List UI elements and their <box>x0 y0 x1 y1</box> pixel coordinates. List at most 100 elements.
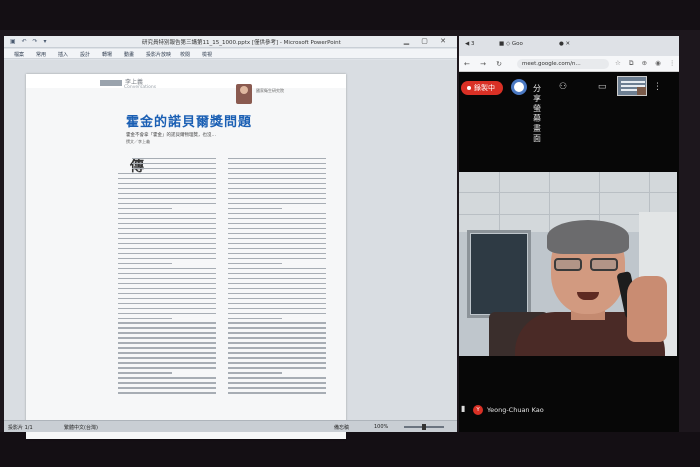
powerpoint-window: ▣ ↶ ↷ ▾ 研究員特別報告第三講第11_15_1000.pptx [僅供參考… <box>4 36 457 439</box>
more-options-icon[interactable]: ⋮ <box>653 82 662 92</box>
text-line <box>118 312 216 314</box>
participant-video[interactable] <box>459 172 677 356</box>
text-line <box>118 297 216 299</box>
text-line <box>228 307 326 309</box>
text-line <box>131 158 216 160</box>
address-bar[interactable]: meet.google.com/n... <box>517 59 609 69</box>
column-name-marker <box>100 79 122 86</box>
browser-tab-1[interactable]: ◀ 3 <box>465 41 474 47</box>
window-controls[interactable]: ▁ ▢ ✕ <box>404 37 451 45</box>
text-line <box>228 262 282 265</box>
participant-glasses <box>554 258 622 272</box>
text-line <box>228 227 326 230</box>
zoom-slider-thumb[interactable] <box>422 424 426 430</box>
text-line <box>228 337 326 339</box>
tab-insert[interactable]: 插入 <box>58 51 68 58</box>
text-line <box>118 237 216 240</box>
text-line <box>118 357 216 359</box>
quick-access-toolbar[interactable]: ▣ ↶ ↷ ▾ <box>10 38 48 45</box>
projected-screen: ▣ ↶ ↷ ▾ 研究員特別報告第三講第11_15_1000.pptx [僅供參考… <box>0 30 700 439</box>
text-line <box>228 257 326 260</box>
text-line <box>228 357 326 359</box>
browser-tab-strip: ◀ 3 ■ ◇ Goo ● ✕ <box>459 36 679 56</box>
text-line <box>118 252 216 255</box>
powerpoint-title-bar: ▣ ↶ ↷ ▾ 研究員特別報告第三講第11_15_1000.pptx [僅供參考… <box>4 36 457 48</box>
text-line <box>228 277 326 280</box>
text-line <box>118 172 216 175</box>
article-column-2 <box>228 158 326 398</box>
text-line <box>228 322 326 324</box>
text-line <box>228 202 326 205</box>
text-line <box>118 307 216 309</box>
text-line <box>118 242 216 245</box>
text-line <box>118 387 216 389</box>
text-line <box>228 282 326 284</box>
text-line <box>228 287 326 289</box>
text-line <box>118 262 172 265</box>
zoom-slider[interactable] <box>404 424 444 430</box>
presentation-thumbnail[interactable] <box>617 76 647 96</box>
text-line <box>118 282 216 284</box>
text-line <box>131 162 216 165</box>
text-line <box>228 367 326 369</box>
tab-view[interactable]: 檢視 <box>202 51 212 58</box>
recording-button[interactable]: 錄製中 <box>461 81 503 95</box>
zoom-level[interactable]: 100% <box>374 424 388 430</box>
text-line <box>228 187 326 190</box>
text-line <box>228 317 282 319</box>
browser-tab-3[interactable]: ● ✕ <box>559 41 570 47</box>
text-line <box>228 372 282 374</box>
text-line <box>118 187 216 190</box>
text-line <box>228 158 326 160</box>
text-line <box>228 352 326 354</box>
text-line <box>118 207 172 210</box>
text-line <box>118 292 216 294</box>
column-subtitle: Conversations <box>124 85 157 90</box>
pin-icon[interactable]: ▮ <box>461 404 465 413</box>
browser-toolbar: ← → ↻ meet.google.com/n... ☆ ⧉ ⊕ ◉ ⋮ <box>459 56 679 72</box>
thumbnail-photo <box>637 87 646 95</box>
text-line <box>228 247 326 250</box>
text-line <box>118 277 216 280</box>
browser-window: ◀ 3 ■ ◇ Goo ● ✕ ← → ↻ meet.google.com/n.… <box>459 36 679 432</box>
text-line <box>228 172 326 175</box>
text-line <box>228 387 326 389</box>
text-line <box>228 167 326 170</box>
text-line <box>228 342 326 344</box>
slide-canvas[interactable]: 李上義 Conversations 國家衛生研究院 霍金的諾貝爾獎問題 霍金不會… <box>26 74 346 439</box>
text-line <box>118 392 216 394</box>
tab-home[interactable]: 常用 <box>36 51 46 58</box>
text-line <box>118 227 216 230</box>
text-line <box>228 182 326 185</box>
tab-animations[interactable]: 動畫 <box>124 51 134 58</box>
text-line <box>228 362 326 364</box>
ribbon-tabs: 檔案 常用 插入 設計 轉場 動畫 投影片放映 校閱 檢視 <box>4 49 457 59</box>
status-bar: 投影片 1/1 繁體中文(台灣) 備忘稿 100% <box>4 420 457 432</box>
article-byline: 撰文／李上義 <box>126 139 150 144</box>
text-line <box>228 312 326 314</box>
text-line <box>228 162 326 165</box>
text-line <box>118 272 216 275</box>
text-line <box>118 302 216 304</box>
text-line <box>228 302 326 304</box>
tab-slideshow[interactable]: 投影片放映 <box>146 51 171 58</box>
extension-icons[interactable]: ☆ ⧉ ⊕ ◉ ⋮ <box>615 59 678 68</box>
text-line <box>118 347 216 349</box>
text-line <box>118 202 216 205</box>
notes-button[interactable]: 備忘稿 <box>334 424 349 431</box>
browser-tab-meet[interactable]: ■ ◇ Goo <box>499 41 523 47</box>
text-line <box>228 192 326 195</box>
participant-hair <box>547 220 629 254</box>
tab-design[interactable]: 設計 <box>80 51 90 58</box>
text-line <box>228 177 326 180</box>
text-line <box>118 327 216 329</box>
text-line <box>228 252 326 255</box>
nav-arrows-icon[interactable]: ← → ↻ <box>464 60 506 68</box>
tab-review[interactable]: 校閱 <box>180 51 190 58</box>
tab-transitions[interactable]: 轉場 <box>102 51 112 58</box>
author-caption: 國家衛生研究院 <box>256 88 284 93</box>
tab-file[interactable]: 檔案 <box>14 51 24 58</box>
text-line <box>118 362 216 364</box>
text-line <box>118 287 216 289</box>
text-line <box>118 177 216 180</box>
